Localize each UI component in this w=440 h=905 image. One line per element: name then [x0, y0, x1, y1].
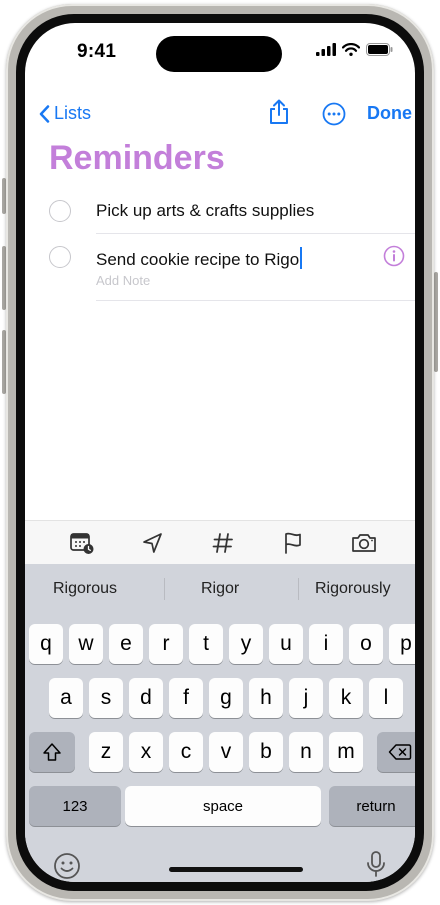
- key-p[interactable]: p: [389, 624, 415, 664]
- reminder-toolbar: [25, 520, 415, 565]
- numbers-key[interactable]: 123: [29, 786, 121, 826]
- emoji-icon: [54, 853, 80, 879]
- done-button[interactable]: Done: [367, 103, 412, 124]
- screen: 9:41 Lists Done Reminders Pick up arts &…: [25, 23, 415, 882]
- key-i[interactable]: i: [309, 624, 343, 664]
- info-icon: [383, 245, 405, 267]
- key-y[interactable]: y: [229, 624, 263, 664]
- location-icon: [143, 533, 162, 553]
- key-s[interactable]: s: [89, 678, 123, 718]
- key-u[interactable]: u: [269, 624, 303, 664]
- power-button: [434, 272, 438, 372]
- date-time-button[interactable]: [69, 531, 95, 560]
- status-icons: [316, 43, 393, 56]
- info-button[interactable]: [383, 245, 405, 272]
- completion-circle[interactable]: [49, 246, 71, 268]
- flag-icon: [285, 532, 301, 554]
- tag-icon: [212, 533, 233, 553]
- text-cursor: [300, 247, 303, 269]
- dictation-button[interactable]: [365, 850, 387, 882]
- key-w[interactable]: w: [69, 624, 103, 664]
- shift-key[interactable]: [29, 732, 75, 772]
- shift-icon: [43, 743, 61, 761]
- key-d[interactable]: d: [129, 678, 163, 718]
- key-a[interactable]: a: [49, 678, 83, 718]
- delete-key[interactable]: [377, 732, 415, 772]
- key-z[interactable]: z: [89, 732, 123, 772]
- key-h[interactable]: h: [249, 678, 283, 718]
- key-e[interactable]: e: [109, 624, 143, 664]
- calendar-icon: [70, 533, 94, 554]
- reminder-item[interactable]: Send cookie recipe to Rigo Add Note: [49, 245, 415, 305]
- delete-icon: [388, 744, 412, 760]
- suggestion-divider: [164, 578, 165, 600]
- key-m[interactable]: m: [329, 732, 363, 772]
- location-button[interactable]: [141, 531, 165, 560]
- suggestion-bar: Rigorous Rigor Rigorously: [25, 564, 415, 614]
- phone-frame: 9:41 Lists Done Reminders Pick up arts &…: [6, 4, 434, 901]
- key-q[interactable]: q: [29, 624, 63, 664]
- add-note-field[interactable]: Add Note: [96, 273, 150, 288]
- suggestion-item[interactable]: Rigorously: [315, 580, 391, 598]
- space-key[interactable]: space: [125, 786, 321, 826]
- completion-circle[interactable]: [49, 200, 71, 222]
- back-label: Lists: [54, 103, 92, 123]
- key-v[interactable]: v: [209, 732, 243, 772]
- ellipsis-circle-icon: [322, 102, 346, 126]
- wifi-icon: [342, 43, 360, 56]
- reminder-text-editing[interactable]: Send cookie recipe to Rigo: [96, 247, 303, 270]
- camera-button[interactable]: [350, 531, 378, 560]
- suggestion-item[interactable]: Rigor: [201, 580, 239, 598]
- suggestion-divider: [298, 578, 299, 600]
- emoji-button[interactable]: [53, 852, 81, 882]
- flag-button[interactable]: [282, 531, 304, 560]
- status-time: 9:41: [77, 41, 117, 62]
- key-b[interactable]: b: [249, 732, 283, 772]
- row-separator: [96, 233, 415, 234]
- home-indicator[interactable]: [169, 867, 303, 872]
- key-k[interactable]: k: [329, 678, 363, 718]
- cellular-signal-icon: [316, 43, 336, 56]
- key-f[interactable]: f: [169, 678, 203, 718]
- key-c[interactable]: c: [169, 732, 203, 772]
- microphone-icon: [367, 851, 385, 877]
- keyboard: Rigorous Rigor Rigorously q w e r t y u …: [25, 564, 415, 882]
- key-t[interactable]: t: [189, 624, 223, 664]
- key-l[interactable]: l: [369, 678, 403, 718]
- reminder-text: Send cookie recipe to Rigo: [96, 250, 300, 269]
- suggestion-item[interactable]: Rigorous: [53, 580, 117, 598]
- share-button[interactable]: [268, 99, 290, 130]
- list-title: Reminders: [49, 139, 225, 177]
- back-button[interactable]: Lists: [39, 103, 91, 124]
- key-o[interactable]: o: [349, 624, 383, 664]
- reminder-item[interactable]: Pick up arts & crafts supplies: [49, 199, 415, 239]
- key-g[interactable]: g: [209, 678, 243, 718]
- reminder-text[interactable]: Pick up arts & crafts supplies: [96, 201, 314, 221]
- key-n[interactable]: n: [289, 732, 323, 772]
- battery-icon: [366, 43, 393, 56]
- return-key[interactable]: return: [329, 786, 415, 826]
- chevron-left-icon: [39, 104, 50, 123]
- key-r[interactable]: r: [149, 624, 183, 664]
- more-button[interactable]: [322, 102, 346, 131]
- tag-button[interactable]: [212, 531, 234, 560]
- row-separator: [96, 300, 415, 301]
- dynamic-island: [156, 36, 282, 72]
- phone-bezel: 9:41 Lists Done Reminders Pick up arts &…: [16, 14, 424, 891]
- camera-icon: [352, 534, 376, 552]
- key-x[interactable]: x: [129, 732, 163, 772]
- key-j[interactable]: j: [289, 678, 323, 718]
- share-icon: [270, 99, 288, 124]
